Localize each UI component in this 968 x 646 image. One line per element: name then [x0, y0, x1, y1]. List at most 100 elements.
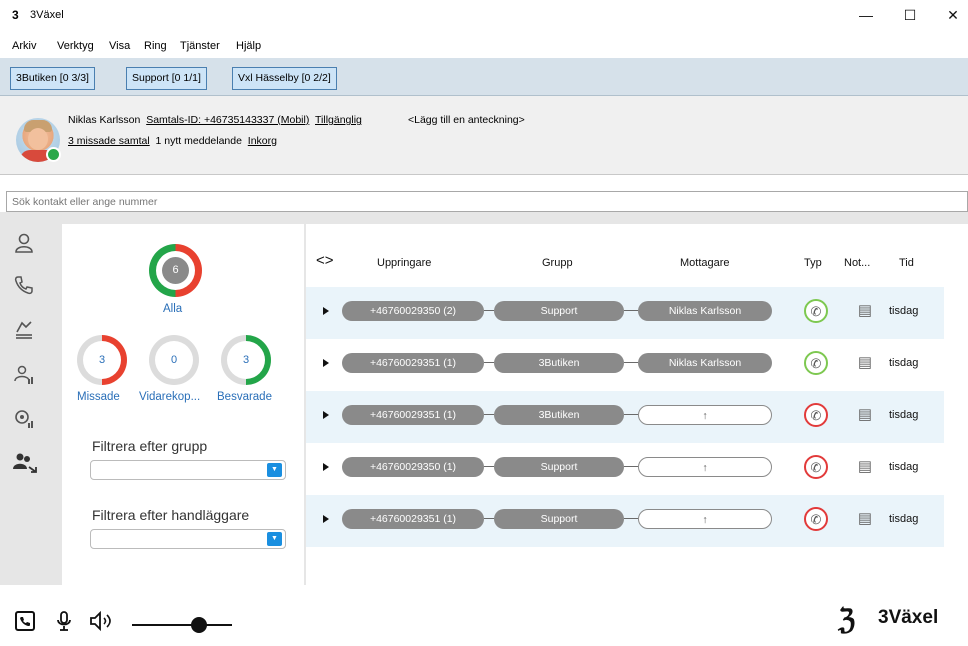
availability-link[interactable]: Tillgänglig	[315, 114, 362, 126]
caller-pill[interactable]: +46760029351 (1)	[342, 509, 484, 529]
status-online-icon	[46, 147, 61, 162]
menu-arkiv[interactable]: Arkiv	[12, 40, 36, 52]
connector-line	[484, 310, 494, 311]
group-filter-select[interactable]: ▼	[90, 460, 286, 480]
answered-call-icon[interactable]: ✆	[804, 299, 828, 323]
side-nav	[0, 212, 45, 585]
group-pill[interactable]: 3Butiken	[494, 353, 624, 373]
group-pill[interactable]: 3Butiken	[494, 405, 624, 425]
answered-call-icon[interactable]: ✆	[804, 351, 828, 375]
screen-phone-icon[interactable]	[14, 610, 36, 638]
header-time[interactable]: Tid	[899, 257, 914, 269]
table-row[interactable]: +46760029350 (1) Support ↑ ✆ ▤ tisdag	[306, 443, 944, 495]
receiver-pill[interactable]: Niklas Karlsson	[638, 301, 772, 321]
table-row[interactable]: +46760029351 (1) Support ↑ ✆ ▤ tisdag	[306, 495, 944, 547]
missed-count: 3	[83, 341, 121, 379]
expand-icon[interactable]	[323, 411, 329, 419]
add-note-icon[interactable]: ▤	[855, 404, 875, 426]
table-row[interactable]: +46760029351 (1) 3Butiken ↑ ✆ ▤ tisdag	[306, 391, 944, 443]
tab-support[interactable]: Support [0 1/1]	[126, 67, 207, 90]
table-row[interactable]: +46760029350 (2) Support Niklas Karlsson…	[306, 287, 944, 339]
profile-line-1: Niklas Karlsson Samtals-ID: +46735143337…	[68, 114, 362, 126]
add-note-icon[interactable]: ▤	[855, 300, 875, 322]
all-calls-donut[interactable]: 6	[149, 244, 202, 297]
voicemail-icon[interactable]	[12, 408, 36, 432]
profile-name: Niklas Karlsson	[68, 114, 141, 126]
search-spacer	[0, 175, 968, 191]
contact-icon[interactable]	[12, 232, 36, 256]
caller-pill[interactable]: +46760029351 (1)	[342, 405, 484, 425]
handler-filter-select[interactable]: ▼	[90, 529, 286, 549]
menu-visa[interactable]: Visa	[109, 40, 130, 52]
missed-call-icon[interactable]: ✆	[804, 455, 828, 479]
call-id-link[interactable]: Samtals-ID: +46735143337 (Mobil)	[146, 114, 309, 126]
add-note-icon[interactable]: ▤	[855, 456, 875, 478]
menu-bar: Arkiv Verktyg Visa Ring Tjänster Hjälp	[0, 30, 968, 58]
header-notes[interactable]: Not...	[844, 257, 870, 269]
receiver-pill[interactable]: Niklas Karlsson	[638, 353, 772, 373]
inbox-link[interactable]: Inkorg	[248, 135, 277, 147]
add-note-icon[interactable]: ▤	[855, 508, 875, 530]
expand-icon[interactable]	[323, 307, 329, 315]
menu-ring[interactable]: Ring	[144, 40, 167, 52]
call-list-icon[interactable]	[12, 318, 36, 342]
tab-3butiken[interactable]: 3Butiken [0 3/3]	[10, 67, 95, 90]
group-filter-label: Filtrera efter grupp	[92, 438, 208, 454]
receiver-pill-empty[interactable]: ↑	[638, 405, 772, 425]
answered-count: 3	[227, 341, 265, 379]
forwarded-calls-donut[interactable]: 0	[149, 335, 199, 385]
close-button[interactable]: ✕	[938, 4, 968, 26]
connector-line	[484, 414, 494, 415]
receiver-pill-empty[interactable]: ↑	[638, 457, 772, 477]
connector-line	[624, 414, 638, 415]
queue-icon[interactable]	[12, 364, 36, 388]
group-pill[interactable]: Support	[494, 509, 624, 529]
expand-icon[interactable]	[323, 515, 329, 523]
caller-pill[interactable]: +46760029350 (1)	[342, 457, 484, 477]
answered-label[interactable]: Besvarade	[217, 391, 272, 403]
expand-icon[interactable]	[323, 463, 329, 471]
note-prompt[interactable]: <Lägg till en anteckning>	[408, 114, 525, 126]
answered-calls-donut[interactable]: 3	[221, 335, 271, 385]
missed-calls-donut[interactable]: 3	[77, 335, 127, 385]
missed-call-icon[interactable]: ✆	[804, 403, 828, 427]
microphone-icon[interactable]	[54, 610, 74, 638]
menu-verktyg[interactable]: Verktyg	[57, 40, 94, 52]
connector-line	[484, 518, 494, 519]
header-receiver[interactable]: Mottagare	[680, 257, 730, 269]
chevron-down-icon[interactable]: ▼	[267, 463, 282, 477]
caller-pill[interactable]: +46760029351 (1)	[342, 353, 484, 373]
group-pill[interactable]: Support	[494, 301, 624, 321]
table-row[interactable]: +46760029351 (1) 3Butiken Niklas Karlsso…	[306, 339, 944, 391]
volume-slider-knob[interactable]	[191, 617, 207, 633]
speaker-icon[interactable]	[88, 610, 116, 638]
menu-hjalp[interactable]: Hjälp	[236, 40, 261, 52]
receiver-pill-empty[interactable]: ↑	[638, 509, 772, 529]
group-pill[interactable]: Support	[494, 457, 624, 477]
add-note-icon[interactable]: ▤	[855, 352, 875, 374]
header-caller[interactable]: Uppringare	[377, 257, 431, 269]
phone-icon[interactable]	[12, 274, 36, 298]
all-calls-count: 6	[162, 257, 189, 284]
search-input[interactable]	[6, 191, 968, 212]
group-transfer-icon[interactable]	[12, 452, 37, 476]
header-type[interactable]: Typ	[804, 257, 822, 269]
expand-icon[interactable]	[323, 359, 329, 367]
connector-line	[484, 362, 494, 363]
missed-calls-link[interactable]: 3 missade samtal	[68, 135, 150, 147]
handler-filter-label: Filtrera efter handläggare	[92, 507, 250, 523]
all-calls-label[interactable]: Alla	[163, 303, 182, 315]
forwarded-label[interactable]: Vidarekop...	[139, 391, 200, 403]
caller-pill[interactable]: +46760029350 (2)	[342, 301, 484, 321]
code-toggle-icon[interactable]: <>	[316, 252, 334, 269]
tab-vxl-hasselby[interactable]: Vxl Hässelby [0 2/2]	[232, 67, 337, 90]
time-cell: tisdag	[889, 409, 919, 421]
missed-label[interactable]: Missade	[77, 391, 120, 403]
maximize-button[interactable]: ☐	[895, 4, 925, 26]
volume-slider-track[interactable]	[132, 624, 232, 626]
missed-call-icon[interactable]: ✆	[804, 507, 828, 531]
header-group[interactable]: Grupp	[542, 257, 573, 269]
chevron-down-icon[interactable]: ▼	[267, 532, 282, 546]
minimize-button[interactable]: —	[851, 4, 881, 26]
menu-tjanster[interactable]: Tjänster	[180, 40, 220, 52]
